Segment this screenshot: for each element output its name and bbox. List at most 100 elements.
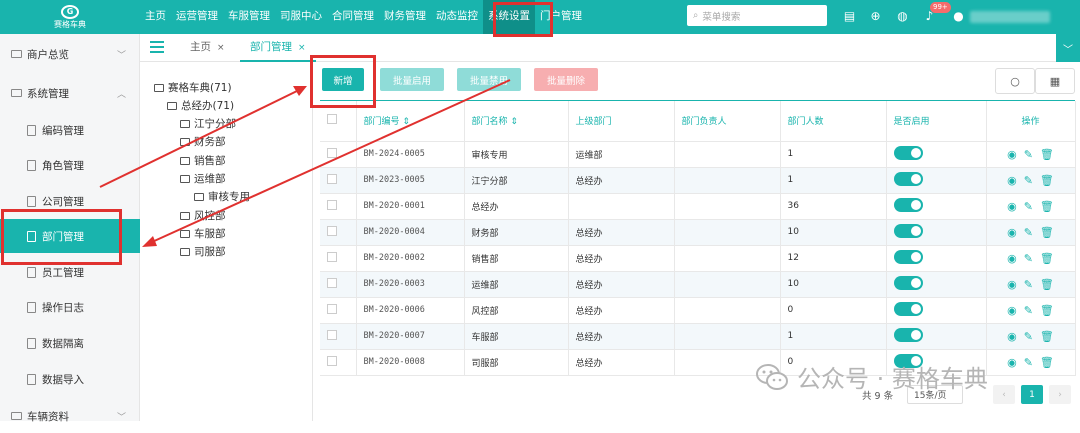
nav-item-home[interactable]: 主页 bbox=[140, 0, 171, 34]
table-row[interactable]: BM-2024-0005 审核专用 运维部 1 ◉ ✎ 🗑 bbox=[320, 141, 1076, 168]
nav-item-contracts[interactable]: 合同管理 bbox=[327, 0, 379, 34]
eye-icon[interactable]: ◉ bbox=[1007, 331, 1017, 342]
tree-node-sales[interactable]: 销售部 bbox=[180, 153, 226, 168]
nav-item-finance[interactable]: 财务管理 bbox=[379, 0, 431, 34]
sidebar-group-vehicle-data[interactable]: 车辆资料 ﹀ bbox=[0, 399, 140, 433]
row-checkbox[interactable] bbox=[320, 271, 357, 298]
sidebar-item-data-import[interactable]: 数据导入 bbox=[0, 362, 140, 396]
eye-icon[interactable]: ◉ bbox=[1007, 253, 1017, 264]
trash-icon[interactable]: 🗑 bbox=[1040, 279, 1054, 290]
tab-department-management[interactable]: 部门管理 × bbox=[240, 34, 316, 62]
eye-icon[interactable]: ◉ bbox=[1007, 201, 1017, 212]
table-row[interactable]: BM-2023-0005 江宁分部 总经办 1 ◉ ✎ 🗑 bbox=[320, 167, 1076, 194]
eye-icon[interactable]: ◉ bbox=[1007, 175, 1017, 186]
sidebar-item-code-management[interactable]: 编码管理 bbox=[0, 113, 140, 147]
search-icon[interactable]: ○ bbox=[995, 68, 1035, 94]
sidebar-item-data-isolation[interactable]: 数据隔离 bbox=[0, 326, 140, 360]
row-checkbox[interactable] bbox=[320, 219, 357, 246]
edit-icon[interactable]: ✎ bbox=[1024, 279, 1033, 290]
sidebar-item-role-management[interactable]: 角色管理 bbox=[0, 148, 140, 182]
trash-icon[interactable]: 🗑 bbox=[1040, 227, 1054, 238]
edit-icon[interactable]: ✎ bbox=[1024, 331, 1033, 342]
nav-item-monitoring[interactable]: 动态监控 bbox=[431, 0, 483, 34]
trash-icon[interactable]: 🗑 bbox=[1040, 357, 1054, 368]
row-checkbox[interactable] bbox=[320, 349, 357, 376]
edit-icon[interactable]: ✎ bbox=[1024, 149, 1033, 160]
trash-icon[interactable]: 🗑 bbox=[1040, 331, 1054, 342]
next-page-button[interactable]: › bbox=[1049, 385, 1071, 404]
trash-icon[interactable]: 🗑 bbox=[1040, 201, 1054, 212]
sidebar-group-merchant-overview[interactable]: 商户总览 ﹀ bbox=[0, 37, 140, 71]
row-checkbox[interactable] bbox=[320, 323, 357, 350]
edit-icon[interactable]: ✎ bbox=[1024, 175, 1033, 186]
table-row[interactable]: BM-2020-0002 销售部 总经办 12 ◉ ✎ 🗑 bbox=[320, 245, 1076, 272]
enabled-toggle[interactable] bbox=[893, 249, 923, 264]
batch-enable-button[interactable]: 批量启用 bbox=[380, 68, 444, 91]
row-checkbox[interactable] bbox=[320, 167, 357, 194]
eye-icon[interactable]: ◉ bbox=[1007, 279, 1017, 290]
nav-item-driver-center[interactable]: 司服中心 bbox=[275, 0, 327, 34]
sidebar-group-system-management[interactable]: 系统管理 ︿ bbox=[0, 76, 140, 110]
sidebar-item-operation-log[interactable]: 操作日志 bbox=[0, 290, 140, 324]
row-checkbox[interactable] bbox=[320, 141, 357, 168]
tree-node-vehicle-service[interactable]: 车服部 bbox=[180, 226, 226, 241]
edit-icon[interactable]: ✎ bbox=[1024, 253, 1033, 264]
grid-columns-icon[interactable]: ▦ bbox=[1035, 68, 1075, 94]
row-checkbox[interactable] bbox=[320, 245, 357, 272]
enabled-toggle[interactable] bbox=[893, 301, 923, 316]
chevron-down-icon[interactable]: ﹀ bbox=[1056, 34, 1080, 62]
cell-enabled bbox=[886, 245, 987, 272]
table-row[interactable]: BM-2020-0007 车服部 总经办 1 ◉ ✎ 🗑 bbox=[320, 323, 1076, 350]
nav-item-operations[interactable]: 运营管理 bbox=[171, 0, 223, 34]
enabled-toggle[interactable] bbox=[893, 171, 923, 186]
edit-icon[interactable]: ✎ bbox=[1024, 227, 1033, 238]
eye-icon[interactable]: ◉ bbox=[1007, 305, 1017, 316]
tree-node-review[interactable]: 审核专用 bbox=[194, 189, 250, 204]
menu-toggle-icon[interactable] bbox=[150, 41, 164, 53]
eye-icon[interactable]: ◉ bbox=[1007, 149, 1017, 160]
user-icon[interactable]: ● bbox=[951, 8, 966, 23]
trash-icon[interactable]: 🗑 bbox=[1040, 305, 1054, 316]
row-checkbox[interactable] bbox=[320, 193, 357, 220]
column-header-name[interactable]: 部门名称 ⇕ bbox=[464, 101, 569, 142]
close-icon[interactable]: × bbox=[217, 43, 225, 53]
enabled-toggle[interactable] bbox=[893, 275, 923, 290]
enabled-toggle[interactable] bbox=[893, 223, 923, 238]
tree-node-risk[interactable]: 风控部 bbox=[180, 208, 226, 223]
tree-node-ops[interactable]: 运维部 bbox=[180, 171, 226, 186]
enabled-toggle[interactable] bbox=[893, 327, 923, 342]
table-row[interactable]: BM-2020-0003 运维部 总经办 10 ◉ ✎ 🗑 bbox=[320, 271, 1076, 298]
edit-icon[interactable]: ✎ bbox=[1024, 305, 1033, 316]
tree-node-general-office[interactable]: 总经办(71) bbox=[167, 98, 234, 113]
menu-search-input[interactable]: ⌕ 菜单搜索 bbox=[687, 5, 827, 26]
username-blurred[interactable] bbox=[970, 11, 1050, 23]
trash-icon[interactable]: 🗑 bbox=[1040, 175, 1054, 186]
eye-icon[interactable]: ◉ bbox=[1007, 227, 1017, 238]
clipboard-icon[interactable]: ▤ bbox=[842, 8, 857, 23]
enabled-toggle[interactable] bbox=[893, 197, 923, 212]
tree-node-root[interactable]: 赛格车典(71) bbox=[154, 80, 232, 95]
edit-icon[interactable]: ✎ bbox=[1024, 357, 1033, 368]
batch-delete-button[interactable]: 批量删除 bbox=[534, 68, 598, 91]
edit-icon[interactable]: ✎ bbox=[1024, 201, 1033, 212]
close-icon[interactable]: × bbox=[298, 43, 306, 53]
trash-icon[interactable]: 🗑 bbox=[1040, 149, 1054, 160]
tree-node-finance[interactable]: 财务部 bbox=[180, 134, 226, 149]
enabled-toggle[interactable] bbox=[893, 145, 923, 160]
nav-item-vehicle-service[interactable]: 车服管理 bbox=[223, 0, 275, 34]
brand-logo[interactable]: G 赛格车典 bbox=[0, 0, 140, 34]
tab-home[interactable]: 主页 × bbox=[180, 34, 235, 62]
table-row[interactable]: BM-2020-0001 总经办 36 ◉ ✎ 🗑 bbox=[320, 193, 1076, 220]
table-row[interactable]: BM-2020-0004 财务部 总经办 10 ◉ ✎ 🗑 bbox=[320, 219, 1076, 246]
trash-icon[interactable]: 🗑 bbox=[1040, 253, 1054, 264]
tree-node-driver-service[interactable]: 司服部 bbox=[180, 244, 226, 259]
tree-node-jiangning[interactable]: 江宁分部 bbox=[180, 116, 236, 131]
eye-icon[interactable]: ◉ bbox=[1007, 357, 1017, 368]
wechat-icon[interactable]: ◍ bbox=[895, 8, 910, 23]
row-checkbox[interactable] bbox=[320, 297, 357, 324]
plus-circle-icon[interactable]: ⊕ bbox=[868, 8, 883, 23]
prev-page-button[interactable]: ‹ bbox=[993, 385, 1015, 404]
batch-disable-button[interactable]: 批量禁用 bbox=[457, 68, 521, 91]
table-row[interactable]: BM-2020-0006 风控部 总经办 0 ◉ ✎ 🗑 bbox=[320, 297, 1076, 324]
page-1-button[interactable]: 1 bbox=[1021, 385, 1043, 404]
